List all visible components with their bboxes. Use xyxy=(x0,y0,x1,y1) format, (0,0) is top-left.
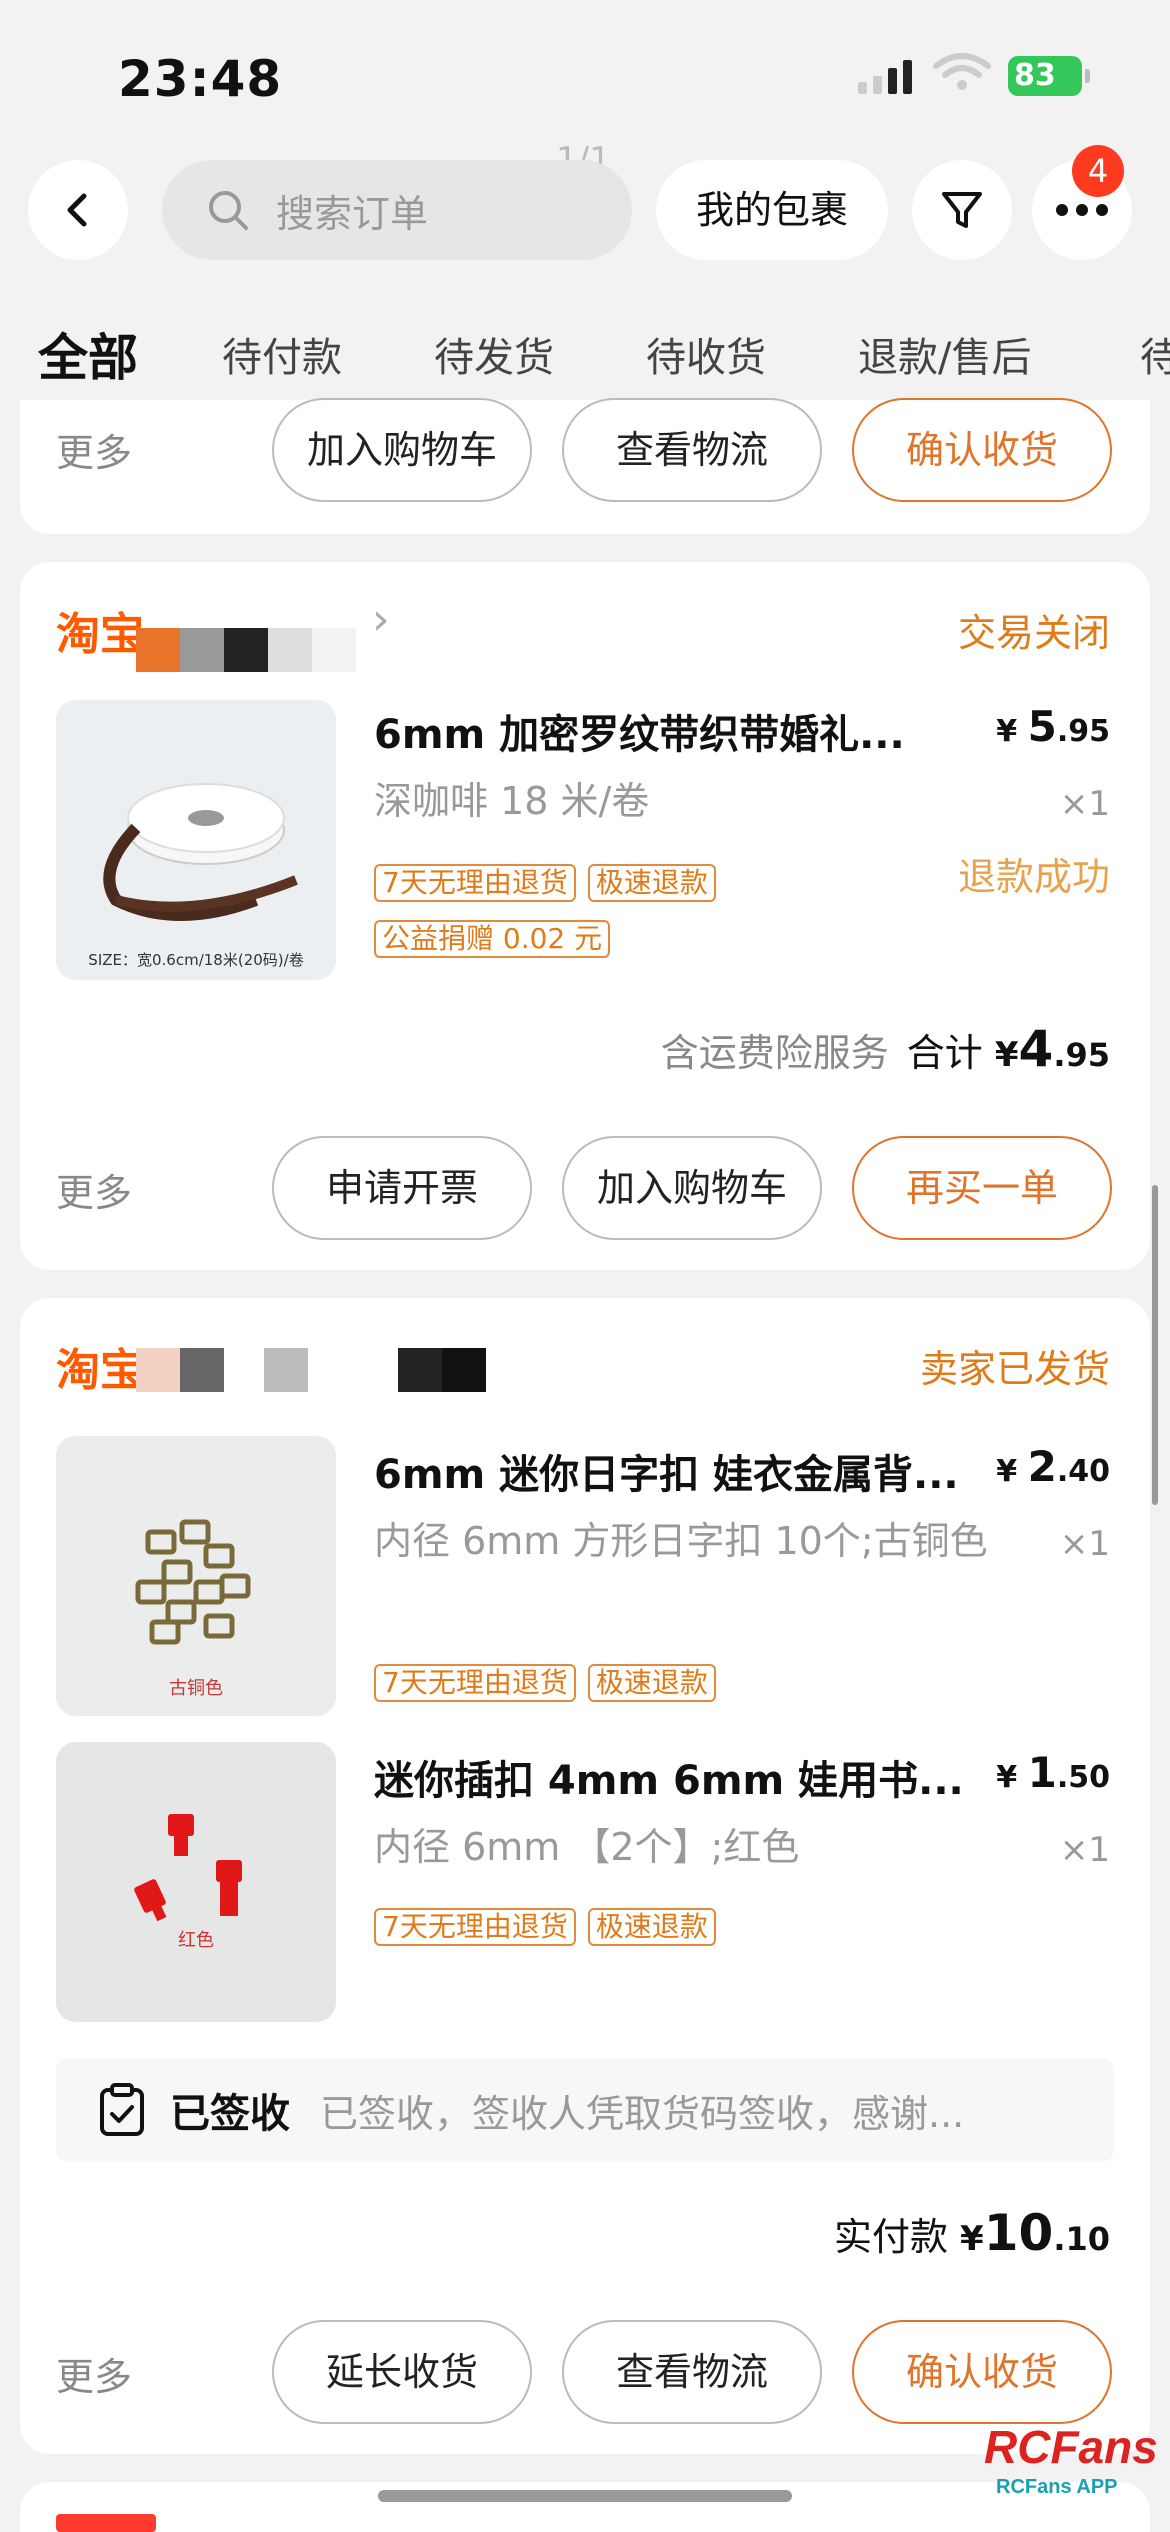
status-time: 23:48 xyxy=(118,50,283,108)
ribbon-image xyxy=(56,700,336,980)
order-total: 实付款 ¥10.10 xyxy=(833,2204,1110,2262)
view-logistics-button[interactable]: 查看物流 xyxy=(562,2320,822,2424)
tag-charity: 公益捐赠 0.02 元 xyxy=(374,920,611,958)
product-quantity: ×1 xyxy=(1059,1830,1110,1870)
home-indicator[interactable] xyxy=(378,2490,792,2502)
tag-fast-refund: 极速退款 xyxy=(587,1664,716,1702)
back-button[interactable] xyxy=(28,160,128,260)
product-spec: 内径 6mm 方形日字扣 10个;古铜色 xyxy=(374,1519,988,1563)
product-quantity: ×1 xyxy=(1059,784,1110,824)
order-card-0: 更多 加入购物车 查看物流 确认收货 xyxy=(20,398,1150,534)
confirm-receipt-button[interactable]: 确认收货 xyxy=(852,398,1112,502)
product-quantity: ×1 xyxy=(1059,1524,1110,1564)
charity-tag-row: 公益捐赠 0.02 元 xyxy=(374,920,611,958)
more-link[interactable]: 更多 xyxy=(56,422,132,477)
search-input[interactable]: 搜索订单 xyxy=(162,160,632,260)
service-tags: 7天无理由退货 极速退款 xyxy=(374,864,716,902)
my-packages-button[interactable]: 我的包裹 xyxy=(656,160,888,260)
scrollbar[interactable] xyxy=(1152,1185,1158,1505)
signed-title: 已签收 xyxy=(170,2091,290,2137)
product-spec: 内径 6mm 【2个】;红色 xyxy=(374,1825,800,1869)
more-link[interactable]: 更多 xyxy=(56,1162,132,1217)
store-name-redacted[interactable] xyxy=(136,628,356,672)
status-bar: 23:48 83 xyxy=(0,0,1170,150)
tab-all[interactable]: 全部 xyxy=(38,318,138,398)
extend-receipt-button[interactable]: 延长收货 xyxy=(272,2320,532,2424)
service-tags: 7天无理由退货 极速退款 xyxy=(374,1664,716,1702)
refund-status[interactable]: 退款成功 xyxy=(958,846,1110,901)
thumbnail-caption: 红色 xyxy=(178,1930,214,1951)
store-name-redacted[interactable] xyxy=(136,1348,486,1392)
tag-7day-return: 7天无理由退货 xyxy=(374,1908,576,1946)
rcfans-watermark-logo: RCFans xyxy=(984,2421,1158,2473)
chevron-left-icon xyxy=(67,193,87,227)
order-tabs: 全部 待付款 待发货 待收货 退款/售后 待 xyxy=(0,318,1170,398)
add-to-cart-button[interactable]: 加入购物车 xyxy=(272,398,532,502)
order-status: 卖家已发货 xyxy=(919,1347,1110,1391)
tab-pending-payment[interactable]: 待付款 xyxy=(222,318,342,398)
order-total: 含运费险服务 合计 ¥4.95 xyxy=(660,1020,1110,1078)
delivery-status-bar[interactable]: 已签收 已签收，签收人凭取货码签收，感谢... xyxy=(56,2058,1114,2162)
order-card-2: 淘宝 卖家已发货 古铜色 6mm 迷你日字扣 娃衣金属背... ¥ 2.40 内… xyxy=(20,1298,1150,2454)
tag-fast-refund: 极速退款 xyxy=(587,1908,716,1946)
filter-icon xyxy=(942,192,982,228)
confirm-receipt-button[interactable]: 确认收货 xyxy=(852,2320,1112,2424)
service-tags: 7天无理由退货 极速退款 xyxy=(374,1908,716,1946)
tag-7day-return: 7天无理由退货 xyxy=(374,1664,576,1702)
product-price: ¥ 1.50 xyxy=(996,1748,1110,1797)
product-spec: 深咖啡 18 米/卷 xyxy=(374,779,650,823)
request-invoice-button[interactable]: 申请开票 xyxy=(272,1136,532,1240)
tab-pending-review[interactable]: 待 xyxy=(1140,318,1170,398)
battery-indicator: 83 xyxy=(1008,56,1090,96)
rcfans-watermark-text: RCFans APP xyxy=(996,2476,1118,2498)
product-thumbnail[interactable]: 古铜色 xyxy=(56,1436,336,1716)
product-price: ¥ 2.40 xyxy=(996,1442,1110,1491)
tag-fast-refund: 极速退款 xyxy=(587,864,716,902)
next-card-brand-peek xyxy=(56,2514,156,2532)
add-to-cart-button[interactable]: 加入购物车 xyxy=(562,1136,822,1240)
tab-pending-shipment[interactable]: 待发货 xyxy=(434,318,554,398)
buy-again-button[interactable]: 再买一单 xyxy=(852,1136,1112,1240)
taobao-brand-label: 淘宝 xyxy=(56,1345,144,1396)
product-title[interactable]: 6mm 加密罗纹带织带婚礼... xyxy=(374,702,934,760)
tab-pending-receipt[interactable]: 待收货 xyxy=(646,318,766,398)
taobao-brand-label: 淘宝 xyxy=(56,609,144,660)
tag-7day-return: 7天无理由退货 xyxy=(374,864,576,902)
cellular-signal-icon xyxy=(858,58,912,94)
search-icon xyxy=(209,191,248,230)
view-logistics-button[interactable]: 查看物流 xyxy=(562,398,822,502)
product-thumbnail[interactable]: SIZE：宽0.6cm/18米(20码)/卷 xyxy=(56,700,336,980)
product-price: ¥ 5.95 xyxy=(996,702,1110,751)
product-title[interactable]: 迷你插扣 4mm 6mm 娃用书... xyxy=(374,1748,994,1806)
wifi-icon xyxy=(933,53,991,90)
order-status: 交易关闭 xyxy=(957,611,1110,655)
filter-button[interactable] xyxy=(912,160,1012,260)
order-card-1: 淘宝 › 交易关闭 SIZE：宽0.6cm/18米(20码)/卷 6mm 加密罗… xyxy=(20,562,1150,1270)
more-dots-icon xyxy=(1056,204,1108,216)
red-buckle-image xyxy=(56,1742,336,2022)
more-link[interactable]: 更多 xyxy=(56,2346,132,2401)
clipboard-check-icon xyxy=(100,2083,144,2136)
tab-refund-aftersales[interactable]: 退款/售后 xyxy=(858,318,1031,398)
search-placeholder: 搜索订单 xyxy=(276,191,429,236)
signed-message: 已签收，签收人凭取货码签收，感谢... xyxy=(320,2091,965,2136)
product-thumbnail[interactable]: 红色 xyxy=(56,1742,336,2022)
thumbnail-caption: SIZE：宽0.6cm/18米(20码)/卷 xyxy=(88,951,304,969)
notification-badge: 4 xyxy=(1072,145,1124,197)
thumbnail-caption: 古铜色 xyxy=(169,1678,223,1699)
product-title[interactable]: 6mm 迷你日字扣 娃衣金属背... xyxy=(374,1442,1014,1500)
chevron-right-icon: › xyxy=(372,594,390,645)
